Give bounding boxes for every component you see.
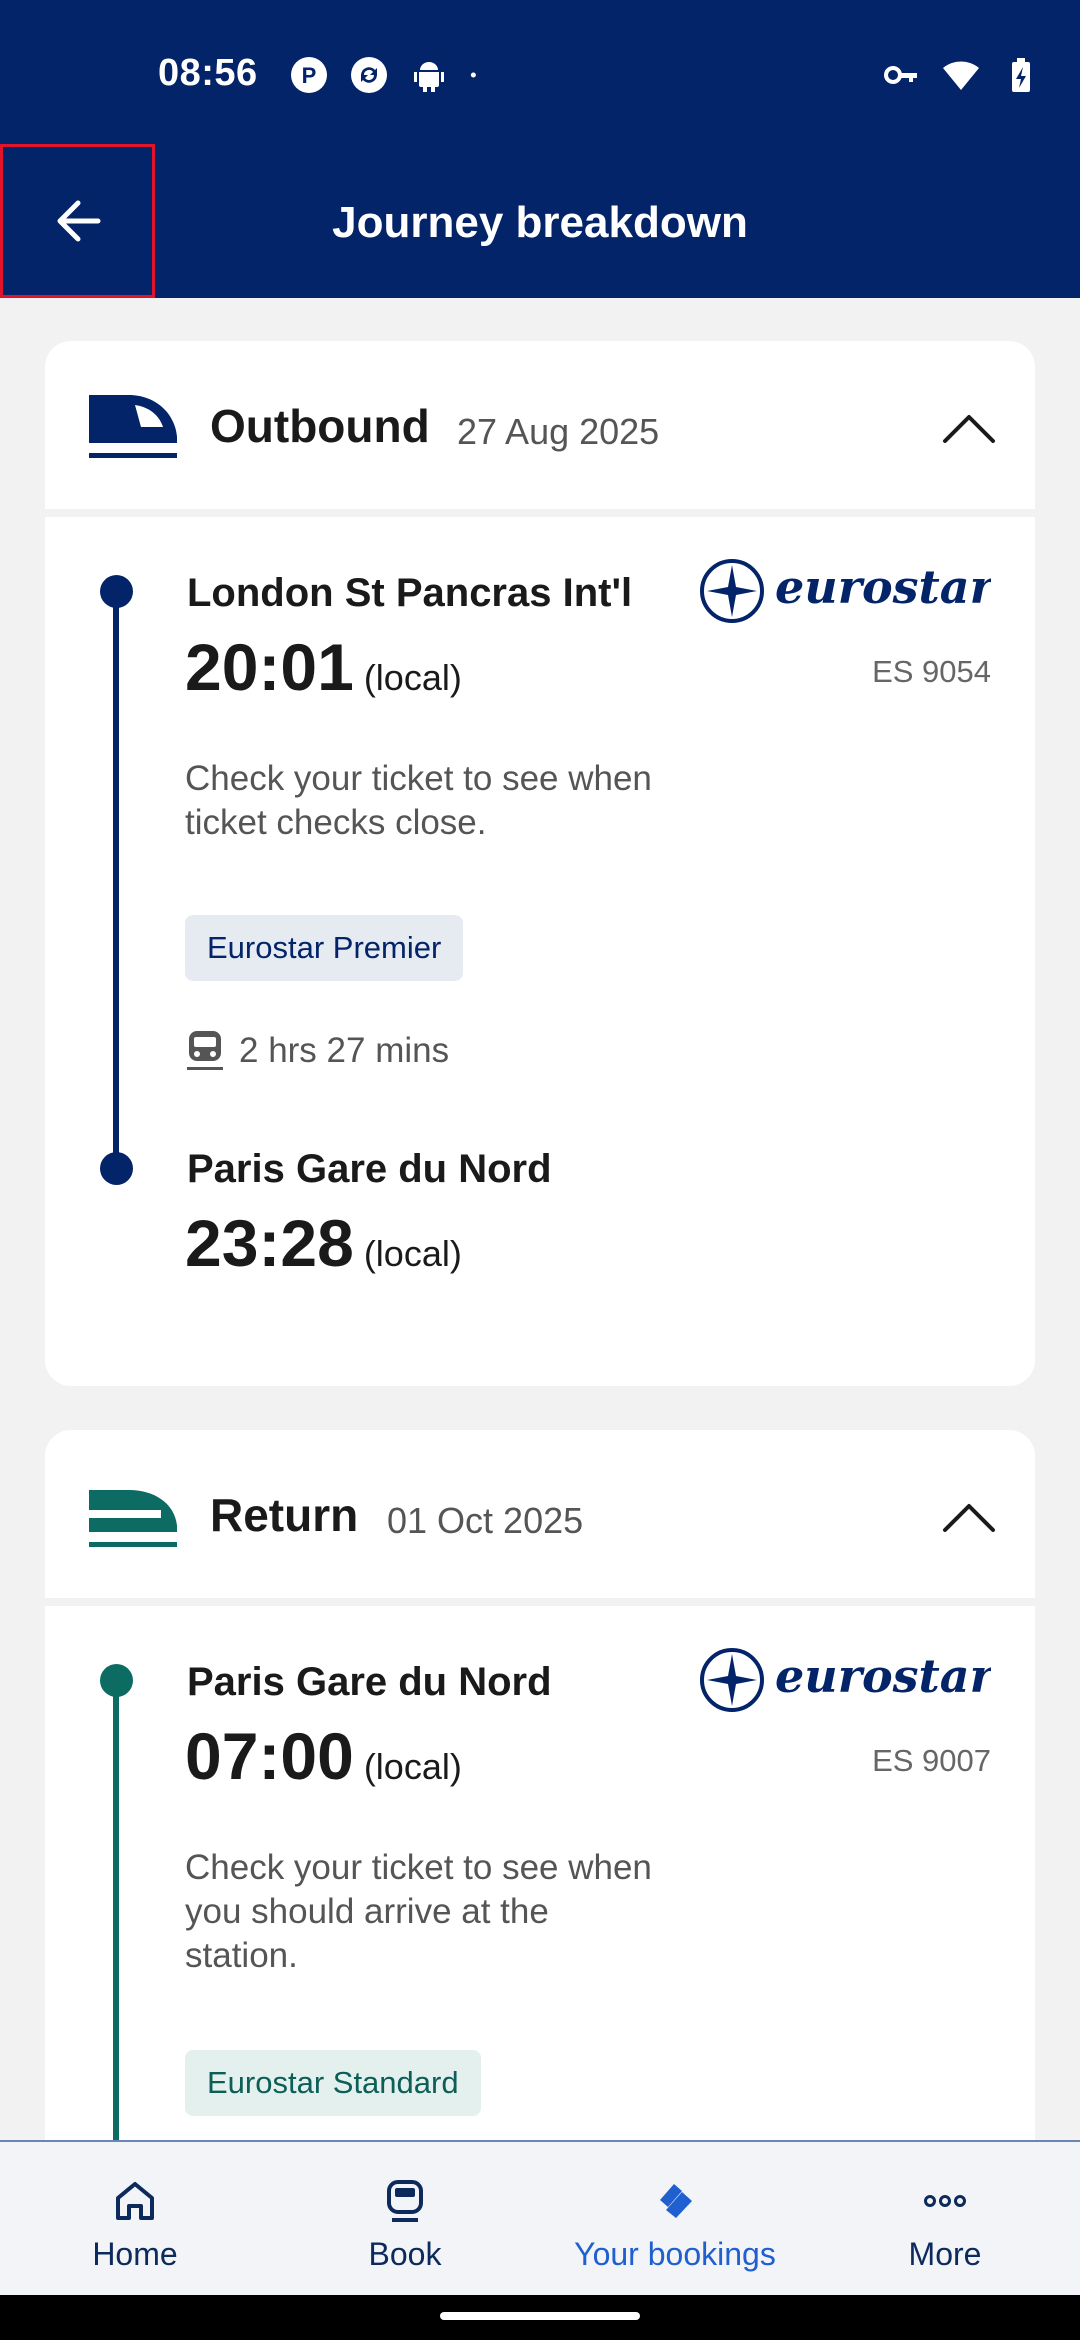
eurostar-logo: eurostar [700, 1648, 991, 1712]
outbound-header[interactable]: Outbound 27 Aug 2025 [45, 341, 1035, 517]
status-time: 08:56 [158, 52, 258, 94]
departure-time-suffix: (local) [363, 1746, 462, 1787]
status-bar: 08:56 P [0, 0, 1080, 150]
outbound-card: Outbound 27 Aug 2025 London St Pancras I… [45, 341, 1035, 1386]
departure-time-value: 20:01 [185, 630, 354, 704]
status-icons-right [882, 56, 1040, 94]
more-dots-icon [924, 2195, 966, 2207]
departure-station: Paris Gare du Nord [187, 1660, 552, 1704]
class-badge: Eurostar Premier [185, 915, 464, 981]
timeline-dot-departure [100, 1664, 133, 1697]
ticket-note: Check your ticket to see when ticket che… [185, 759, 652, 842]
dot-icon [470, 72, 476, 78]
nav-label-more: More [908, 2236, 982, 2272]
arrival-time-value: 23:28 [185, 1206, 354, 1280]
svg-text:eurostar: eurostar [775, 1649, 991, 1703]
battery-charging-icon [1012, 58, 1030, 92]
outbound-date: 27 Aug 2025 [457, 411, 660, 452]
return-header[interactable]: Return 01 Oct 2025 [45, 1430, 1035, 1606]
nav-label-home: Home [92, 2236, 178, 2272]
train-code: ES 9007 [872, 1743, 991, 1778]
p-badge-icon: P [291, 57, 327, 93]
departure-time: 20:01 (local) [185, 629, 462, 705]
bottom-nav: Home Book Your bookings More [0, 2140, 1080, 2295]
arrival-time-suffix: (local) [363, 1233, 462, 1274]
train-icon [387, 2180, 423, 2222]
train-front-icon [89, 395, 177, 458]
return-date: 01 Oct 2025 [387, 1500, 584, 1541]
status-icons-left: P [290, 56, 486, 94]
arrow-back-icon [57, 200, 100, 242]
duration-text: 2 hrs 27 mins [239, 1031, 450, 1070]
home-icon [116, 2182, 154, 2220]
return-leg: Paris Gare du Nord 07:00 (local) eurostar… [45, 1606, 1035, 2190]
class-badge: Eurostar Standard [185, 2050, 481, 2116]
departure-station: London St Pancras Int'l [187, 571, 633, 615]
svg-text:P: P [302, 63, 317, 88]
timeline-line [113, 592, 119, 1170]
arrival-time: 23:28 (local) [185, 1205, 462, 1281]
nav-home[interactable]: Home [0, 2142, 270, 2295]
sync-icon [351, 57, 387, 93]
tickets-icon [660, 2184, 692, 2218]
vpn-key-icon [884, 66, 917, 84]
departure-time: 07:00 (local) [185, 1718, 462, 1794]
return-card: Return 01 Oct 2025 Paris Gare du Nord 07… [45, 1430, 1035, 2190]
departure-time-value: 07:00 [185, 1719, 354, 1793]
eurostar-logo: eurostar [700, 559, 991, 623]
outbound-title: Outbound [210, 400, 430, 452]
return-title: Return [210, 1489, 359, 1541]
nav-book[interactable]: Book [270, 2142, 540, 2295]
ticket-note: Check your ticket to see when you should… [185, 1848, 652, 1975]
timeline-dot-arrival [100, 1152, 133, 1185]
train-front-icon [89, 1490, 177, 1547]
arrival-station: Paris Gare du Nord [187, 1147, 552, 1191]
nav-your-bookings[interactable]: Your bookings [540, 2142, 810, 2295]
wifi-icon [943, 61, 979, 90]
home-indicator[interactable] [440, 2312, 640, 2320]
svg-text:eurostar: eurostar [775, 560, 991, 614]
train-code: ES 9054 [872, 654, 991, 689]
timeline-line [113, 1681, 119, 2190]
journey-duration: 2 hrs 27 mins [185, 1029, 449, 1073]
chevron-up-icon[interactable] [941, 1490, 997, 1546]
timeline-dot-departure [100, 575, 133, 608]
page-title: Journey breakdown [332, 198, 748, 247]
train-icon [187, 1031, 223, 1070]
departure-time-suffix: (local) [363, 657, 462, 698]
nav-label-your-bookings: Your bookings [574, 2236, 776, 2272]
gesture-bar [0, 2295, 1080, 2340]
back-button[interactable] [0, 144, 155, 298]
nav-label-book: Book [368, 2236, 442, 2272]
chevron-up-icon[interactable] [941, 401, 997, 457]
outbound-leg: London St Pancras Int'l 20:01 (local) eur… [45, 517, 1035, 1377]
nav-more[interactable]: More [810, 2142, 1080, 2295]
android-icon [414, 62, 444, 92]
